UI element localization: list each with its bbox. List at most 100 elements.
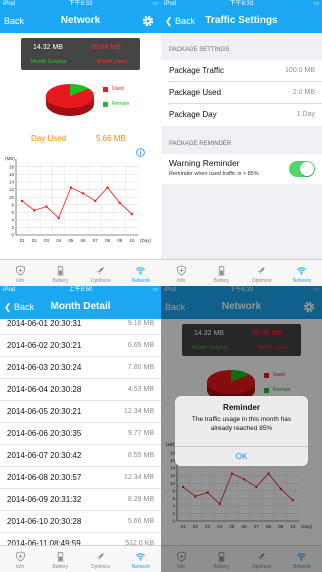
month-detail-screen: iPod 上午8:50 ▭ ❮ Back Month Detail 2014-0… [0,286,161,572]
shield-plus-icon [176,265,186,276]
month-used-value: 85.68 MB [91,44,121,51]
battery-icon: ▭ [152,1,158,7]
tab-battery-label: Battery [52,278,69,284]
list-item[interactable]: 2014-06-06 20:30:35 9.77 MB [0,423,161,446]
x-tick-label: 03 [44,238,50,243]
month-used-label: Month Used [97,59,127,65]
entry-date: 2014-06-04 20:30:28 [7,385,82,394]
entry-date: 2014-06-06 20:30:35 [7,429,82,438]
y-tick-label: 4 [11,218,14,223]
list-item[interactable]: 2014-06-01 20:30:31 9.16 MB [0,313,161,336]
status-time: 下午8:33 [229,1,254,7]
x-tick-label: 09 [117,238,123,243]
y-axis-label: (MB) [5,156,15,161]
x-tick-label: 01 [20,238,26,243]
traffic-settings-screen: iPod 下午8:33 ▭ ❮ Back Traffic Settings PA… [161,0,322,286]
section-header-package-settings: PACKAGE SETTINGS [169,47,230,53]
tab-network[interactable]: Network [121,260,161,286]
tab-info[interactable]: Info [0,260,40,286]
entry-size: 8.29 MB [127,496,154,503]
tab-info-label: Info [15,278,25,284]
entry-date: 2014-06-03 20:30:24 [7,363,82,372]
tab-bar: Info Battery Optimize Network [0,259,161,286]
status-bar: iPod 下午8:33 ▭ [161,0,322,9]
warning-reminder-label: Warning Reminder [169,158,240,168]
data-point [33,209,36,212]
list-item[interactable]: 2014-06-09 20:31:32 8.29 MB [0,489,161,512]
tab-optimize[interactable]: Optimize [81,546,121,572]
row-label: Package Traffic [169,66,224,75]
tab-battery[interactable]: Battery [40,546,80,572]
entry-size: 4.53 MB [127,386,154,393]
data-point [118,201,121,204]
tab-info-label: Info [15,564,25,570]
entry-size: 9.77 MB [127,430,154,437]
list-item[interactable]: 2014-06-10 20:30:28 5.66 MB [0,511,161,534]
tab-bar: Info Battery Optimize Network [161,259,322,286]
list-item[interactable]: 2014-06-03 20:30:24 7.80 MB [0,357,161,380]
day-used-label: Day Used [31,134,67,143]
legend-used: Used [103,86,124,92]
data-point [45,205,48,208]
row-value: 2.0 MB [292,89,315,96]
reminder-alert: Reminder The traffic usage in this month… [175,396,308,466]
legend-swatch-remain [103,101,108,107]
entry-size: 12.34 MB [124,474,154,481]
x-tick-label: 10 [129,238,135,243]
alert-ok-button[interactable]: OK [175,446,308,466]
tab-battery[interactable]: Battery [201,260,241,286]
list-item[interactable]: 2014-06-05 20:30:21 12.34 MB [0,401,161,424]
list-item[interactable]: 2014-06-08 20:30:57 12.34 MB [0,467,161,490]
y-tick-label: 2 [11,225,14,230]
tab-optimize-label: Optimize [90,278,111,284]
battery-icon [57,265,64,276]
tab-battery-label: Battery [52,564,69,570]
list-item[interactable]: 2014-06-02 20:30:21 6.65 MB [0,335,161,358]
section-header-package-reminder: PACKAGE REMINDER [169,141,232,147]
nav-bar: ❮ Back Traffic Settings [161,9,322,33]
y-tick-label: 18 [9,164,15,169]
list-item[interactable]: 2014-06-07 20:30:42 8.55 MB [0,445,161,468]
entry-size: 9.16 MB [127,320,154,327]
tab-network-label: Network [131,278,151,284]
tab-battery[interactable]: Battery [40,260,80,286]
tab-optimize-label: Optimize [251,278,272,284]
y-tick-label: 14 [9,180,15,185]
row-package-traffic[interactable]: Package Traffic 100.0 MB [161,60,322,82]
y-tick-label: 10 [9,195,15,200]
warning-reminder-toggle[interactable] [289,161,315,177]
tab-network[interactable]: Network [121,546,161,572]
daily-usage-chart: 024681012141618(MB)01 02 03 04 05 06 07 08 09 10(… [5,156,152,243]
y-tick-label: 6 [11,210,14,215]
entry-size: 8.55 MB [127,452,154,459]
data-point [94,199,97,203]
tab-network[interactable]: Network [282,260,322,286]
x-tick-label: 05 [68,238,74,243]
data-point [20,199,24,203]
month-surplus-value: 14.32 MB [33,44,63,51]
tab-optimize-label: Optimize [90,564,111,570]
entry-date: 2014-06-09 20:31:32 [7,495,82,504]
row-package-used[interactable]: Package Used 2.0 MB [161,82,322,104]
tab-optimize[interactable]: Optimize [242,260,282,286]
list-item[interactable]: 2014-06-04 20:30:28 4.53 MB [0,379,161,402]
tab-network-label: Network [292,278,312,284]
wifi-icon [297,267,307,275]
entry-date: 2014-06-10 20:30:28 [7,517,82,526]
x-tick-label: 02 [32,238,38,243]
tab-info[interactable]: Info [161,260,201,286]
x-tick-label: 04 [56,238,62,243]
row-warning-reminder: Warning Reminder Reminder when used traf… [161,154,322,184]
entry-size: 12.34 MB [124,408,154,415]
battery-icon [218,265,225,276]
toggle-knob [300,162,314,176]
tab-info[interactable]: Info [0,546,40,572]
day-used-value: 5.66 MB [96,134,126,143]
row-package-day[interactable]: Package Day 1 Day [161,104,322,126]
row-value: 1 Day [296,111,315,118]
tab-optimize[interactable]: Optimize [81,260,121,286]
tab-battery-label: Battery [213,278,230,284]
status-bar: iPod 上午8:50 ▭ [0,286,161,295]
tab-network-label: Network [131,564,151,570]
gear-icon[interactable] [141,14,155,28]
